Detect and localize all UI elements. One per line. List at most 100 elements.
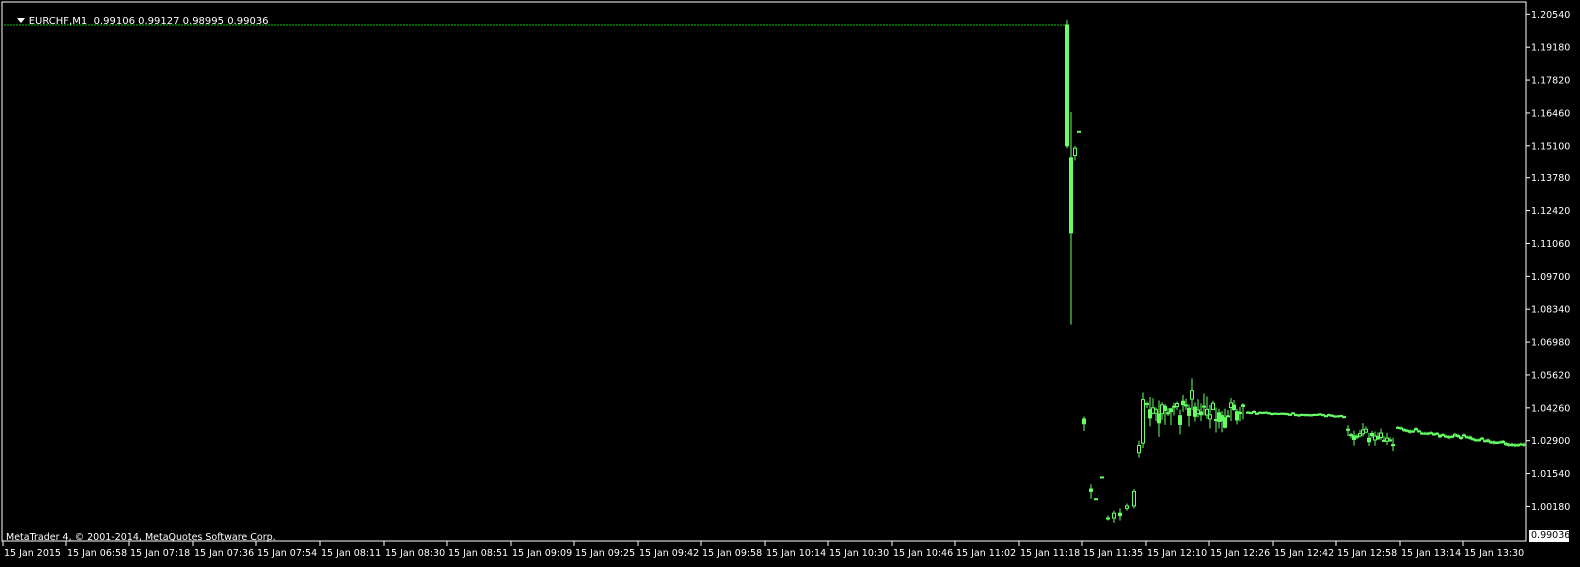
candle-body bbox=[1125, 505, 1129, 509]
candle bbox=[1223, 408, 1227, 429]
candle bbox=[1106, 515, 1110, 521]
candle-body bbox=[1468, 436, 1472, 439]
x-axis-label: 15 Jan 08:11 bbox=[321, 548, 381, 559]
y-axis-label: 1.19180 bbox=[1531, 43, 1570, 54]
x-axis-label: 15 Jan 2015 bbox=[4, 548, 61, 559]
candle bbox=[1364, 426, 1368, 433]
y-axis-label: 1.08340 bbox=[1531, 305, 1570, 316]
y-axis-label: 1.09700 bbox=[1531, 272, 1570, 283]
candle bbox=[1089, 484, 1093, 499]
candle-body bbox=[1450, 435, 1454, 438]
candle-body bbox=[1145, 402, 1149, 406]
candle-body bbox=[1367, 437, 1371, 443]
candle bbox=[1118, 508, 1122, 521]
candle bbox=[1435, 431, 1439, 435]
candle bbox=[1187, 404, 1191, 427]
candle-body bbox=[1082, 418, 1086, 425]
candle-body bbox=[1399, 427, 1403, 430]
candle bbox=[1352, 430, 1356, 446]
candle-body bbox=[1069, 157, 1073, 234]
x-axis-label: 15 Jan 07:36 bbox=[194, 548, 254, 559]
candle bbox=[1190, 378, 1194, 410]
plot-frame bbox=[1, 1, 1527, 542]
y-axis-label: 1.16460 bbox=[1531, 108, 1570, 119]
candle-body bbox=[1252, 410, 1256, 413]
x-axis-label: 15 Jan 09:58 bbox=[702, 548, 762, 559]
candle-body bbox=[1379, 432, 1383, 438]
candle-body bbox=[1163, 405, 1167, 412]
candle-body bbox=[1112, 512, 1116, 519]
candle bbox=[1169, 407, 1173, 426]
candle-body bbox=[1477, 439, 1481, 442]
candle-body bbox=[1435, 432, 1439, 435]
candle bbox=[1252, 410, 1256, 414]
candle bbox=[1082, 416, 1086, 432]
candle bbox=[1181, 394, 1185, 412]
x-axis-label: 15 Jan 12:10 bbox=[1147, 548, 1207, 559]
candle-body bbox=[1522, 443, 1526, 446]
candle-body bbox=[1501, 440, 1505, 443]
candle-body bbox=[1462, 434, 1466, 437]
x-axis-label: 15 Jan 09:42 bbox=[639, 548, 699, 559]
candle-body bbox=[1106, 517, 1110, 520]
candle-body bbox=[1094, 498, 1098, 501]
x-axis-label: 15 Jan 07:18 bbox=[130, 548, 190, 559]
candle-body bbox=[1291, 412, 1295, 415]
candle bbox=[1241, 403, 1245, 420]
price-chart[interactable]: 1.20540 1.19180 1.17820 1.16460 1.15100 1.137… bbox=[0, 0, 1580, 567]
candle-body bbox=[1077, 130, 1081, 133]
candle bbox=[1112, 510, 1116, 523]
y-axis-label: 1.02900 bbox=[1531, 436, 1570, 447]
candle-body bbox=[1288, 413, 1292, 416]
candle bbox=[1163, 403, 1167, 425]
candle bbox=[1125, 503, 1129, 511]
candle-body bbox=[1175, 403, 1179, 407]
x-axis-label: 15 Jan 09:25 bbox=[575, 548, 635, 559]
candle bbox=[1077, 130, 1081, 133]
y-axis-label: 1.01540 bbox=[1531, 469, 1570, 480]
x-axis-label: 15 Jan 08:51 bbox=[448, 548, 508, 559]
candle-body bbox=[1190, 390, 1194, 400]
chart-header: EURCHF,M1 0.99106 0.99127 0.98995 0.9903… bbox=[4, 4, 269, 40]
candle bbox=[1065, 20, 1069, 149]
x-axis-label: 15 Jan 13:30 bbox=[1464, 548, 1524, 559]
candle-body bbox=[1132, 490, 1136, 507]
candle-body bbox=[1391, 444, 1395, 447]
y-axis-label: 1.05620 bbox=[1531, 370, 1570, 381]
candle-body bbox=[1178, 415, 1182, 425]
x-axis-label: 15 Jan 07:54 bbox=[257, 548, 317, 559]
candle bbox=[1480, 436, 1484, 440]
candle-body bbox=[1459, 436, 1463, 439]
candle-body bbox=[1208, 414, 1212, 420]
candle-body bbox=[1169, 408, 1173, 413]
chart-window[interactable]: 1.20540 1.19180 1.17820 1.16460 1.15100 1.137… bbox=[0, 0, 1580, 567]
candle-body bbox=[1355, 435, 1359, 438]
current-price-tag: 0.99036 bbox=[1529, 530, 1571, 542]
candle-body bbox=[1184, 404, 1188, 407]
candle bbox=[1178, 409, 1182, 435]
candle bbox=[1141, 392, 1145, 448]
candle bbox=[1137, 440, 1141, 458]
candle-body bbox=[1370, 432, 1374, 437]
x-axis-label: 15 Jan 12:42 bbox=[1274, 548, 1334, 559]
candle-body bbox=[1441, 434, 1445, 437]
candle bbox=[1211, 400, 1215, 411]
y-axis-label: 1.11060 bbox=[1531, 239, 1570, 250]
x-axis-label: 15 Jan 11:18 bbox=[1020, 548, 1080, 559]
x-axis-label: 15 Jan 11:02 bbox=[956, 548, 1016, 559]
candle-body bbox=[1199, 411, 1203, 416]
y-axis-label: 1.15100 bbox=[1531, 141, 1570, 152]
y-axis-label: 1.04260 bbox=[1531, 403, 1570, 414]
candle-body bbox=[1232, 404, 1236, 411]
candle bbox=[1522, 442, 1526, 447]
candle-body bbox=[1187, 407, 1191, 416]
candle-body bbox=[1346, 428, 1350, 431]
candle-body bbox=[1157, 413, 1161, 424]
candle-body bbox=[1089, 488, 1093, 492]
candle bbox=[1100, 476, 1104, 479]
candle-body bbox=[1141, 399, 1145, 444]
candle bbox=[1145, 401, 1149, 409]
y-axis-label: 1.12420 bbox=[1531, 206, 1570, 217]
dropdown-triangle-icon[interactable] bbox=[16, 18, 25, 23]
candle bbox=[1385, 432, 1389, 446]
